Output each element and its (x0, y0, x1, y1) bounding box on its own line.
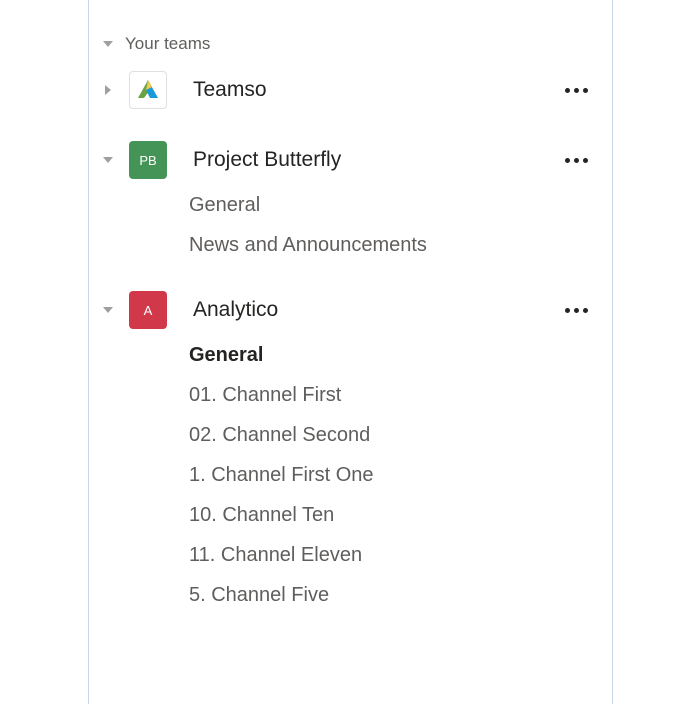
team-avatar-initials: PB (129, 141, 167, 179)
team-name: Project Butterfly (193, 148, 551, 172)
caret-right-icon (105, 85, 111, 95)
avatar-text: PB (139, 153, 156, 168)
team-block: A Analytico General 01. Channel First 02… (103, 284, 592, 616)
more-options-icon[interactable] (561, 304, 592, 317)
team-name: Analytico (193, 298, 551, 322)
caret-down-icon (103, 157, 113, 163)
avatar-text: A (144, 303, 153, 318)
section-header-your-teams[interactable]: Your teams (103, 30, 592, 64)
team-row-teamso[interactable]: Teamso (103, 64, 592, 116)
team-avatar-logo (129, 71, 167, 109)
channel-list: General News and Announcements (189, 186, 592, 266)
team-row-analytico[interactable]: A Analytico (103, 284, 592, 336)
teams-panel: Your teams Teamso (88, 0, 613, 704)
section-label: Your teams (125, 34, 210, 54)
channel-item-news[interactable]: News and Announcements (189, 226, 592, 266)
team-row-project-butterfly[interactable]: PB Project Butterfly (103, 134, 592, 186)
caret-slot (103, 157, 113, 163)
channel-item[interactable]: 5. Channel Five (189, 576, 592, 616)
more-options-icon[interactable] (561, 84, 592, 97)
team-avatar-initials: A (129, 291, 167, 329)
channel-list: General 01. Channel First 02. Channel Se… (189, 336, 592, 616)
more-options-icon[interactable] (561, 154, 592, 167)
channel-item[interactable]: 11. Channel Eleven (189, 536, 592, 576)
team-name: Teamso (193, 78, 551, 102)
channel-item[interactable]: 01. Channel First (189, 376, 592, 416)
team-block: PB Project Butterfly General News and An… (103, 134, 592, 266)
caret-down-icon (103, 307, 113, 313)
caret-down-icon (103, 41, 113, 47)
channel-item[interactable]: 02. Channel Second (189, 416, 592, 456)
channel-item-general[interactable]: General (189, 186, 592, 226)
channel-item[interactable]: 1. Channel First One (189, 456, 592, 496)
channel-item[interactable]: 10. Channel Ten (189, 496, 592, 536)
caret-slot (103, 307, 113, 313)
teamso-logo-icon (134, 76, 162, 104)
channel-item-general[interactable]: General (189, 336, 592, 376)
caret-slot (103, 85, 113, 95)
team-block: Teamso (103, 64, 592, 116)
